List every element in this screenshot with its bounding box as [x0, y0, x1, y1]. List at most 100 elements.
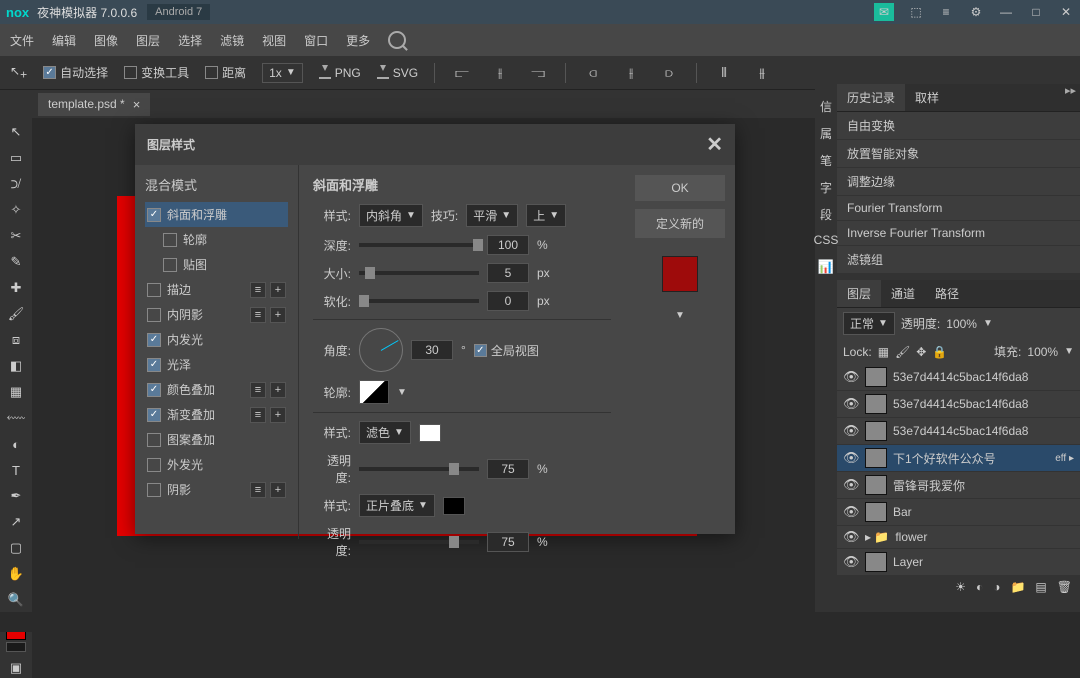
fx-checkbox[interactable]: [147, 483, 161, 497]
dodge-tool[interactable]: ◐: [5, 434, 27, 454]
visibility-icon[interactable]: 👁: [843, 529, 859, 545]
fx-checkbox[interactable]: [147, 333, 161, 347]
fx-checkbox[interactable]: [147, 433, 161, 447]
history-item[interactable]: 自由变换: [837, 112, 1080, 140]
align-left-icon[interactable]: ⫍: [451, 63, 473, 83]
visibility-icon[interactable]: 👁: [843, 396, 859, 412]
eyedropper-tool[interactable]: ✎: [5, 252, 27, 272]
layer-row[interactable]: 👁Bar: [837, 499, 1080, 526]
maximize-icon[interactable]: □: [1028, 4, 1044, 20]
history-item[interactable]: 调整边缘: [837, 168, 1080, 196]
ok-button[interactable]: OK: [635, 175, 725, 201]
fx-checkbox[interactable]: [147, 408, 161, 422]
fx-斜面和浮雕[interactable]: 斜面和浮雕: [145, 202, 288, 227]
zoom-dropdown[interactable]: 1x▼: [262, 63, 303, 83]
align-center-v-icon[interactable]: ⫲: [620, 63, 642, 83]
path-tool[interactable]: ↗: [5, 512, 27, 532]
blur-tool[interactable]: ⬳: [5, 408, 27, 428]
history-item[interactable]: 放置智能对象: [837, 140, 1080, 168]
angle-dial[interactable]: [359, 328, 403, 372]
search-icon[interactable]: [388, 31, 406, 49]
fill-arrow-icon[interactable]: ▼: [1064, 346, 1074, 357]
menu-layer[interactable]: 图层: [136, 32, 160, 49]
layer-mask-icon[interactable]: ◐: [976, 580, 983, 594]
fx-描边[interactable]: 描边≡+: [145, 277, 288, 302]
angle-input[interactable]: [411, 340, 453, 360]
fx-checkbox[interactable]: [147, 458, 161, 472]
fx-copy-icon[interactable]: ≡: [250, 382, 266, 398]
preview-arrow-icon[interactable]: ▼: [635, 310, 725, 321]
fx-颜色叠加[interactable]: 颜色叠加≡+: [145, 377, 288, 402]
fx-内发光[interactable]: 内发光: [145, 327, 288, 352]
shadow-mode-dropdown[interactable]: 正片叠底▼: [359, 494, 435, 517]
lock-position-icon[interactable]: ✥: [916, 345, 926, 359]
menu-window[interactable]: 窗口: [304, 32, 328, 49]
wand-tool[interactable]: ✧: [5, 200, 27, 220]
side-tab-brush[interactable]: 笔: [820, 152, 832, 169]
fill-value[interactable]: 100%: [1027, 345, 1058, 359]
opacity-value[interactable]: 100%: [946, 317, 977, 331]
stamp-tool[interactable]: ⧈: [5, 330, 27, 350]
side-tab-props[interactable]: 属: [820, 125, 832, 142]
crop-tool[interactable]: ✂: [5, 226, 27, 246]
fx-checkbox[interactable]: [163, 258, 177, 272]
shape-tool[interactable]: ▢: [5, 538, 27, 558]
fx-渐变叠加[interactable]: 渐变叠加≡+: [145, 402, 288, 427]
fx-内阴影[interactable]: 内阴影≡+: [145, 302, 288, 327]
fx-checkbox[interactable]: [147, 208, 161, 222]
layer-row[interactable]: 👁▸ 📁flower: [837, 526, 1080, 549]
gradient-tool[interactable]: ▦: [5, 382, 27, 402]
highlight-opacity-input[interactable]: [487, 459, 529, 479]
soften-input[interactable]: [487, 291, 529, 311]
tab-channels[interactable]: 通道: [881, 280, 925, 307]
lock-all-icon[interactable]: 🔒: [932, 345, 947, 359]
eraser-tool[interactable]: ◧: [5, 356, 27, 376]
lock-paint-icon[interactable]: 🖌: [895, 345, 910, 359]
layer-row[interactable]: 👁下1个好软件公众号eff ▸: [837, 445, 1080, 472]
move-tool-icon[interactable]: ↖+: [10, 64, 27, 81]
direction-dropdown[interactable]: 上▼: [526, 204, 566, 227]
align-center-h-icon[interactable]: ⫲: [489, 63, 511, 83]
fx-add-icon[interactable]: +: [270, 482, 286, 498]
align-top-icon[interactable]: ⫏: [582, 63, 604, 83]
tab-paths[interactable]: 路径: [925, 280, 969, 307]
fx-checkbox[interactable]: [147, 383, 161, 397]
move-tool[interactable]: ↖: [5, 122, 27, 142]
define-new-button[interactable]: 定义新的: [635, 209, 725, 238]
tab-layers[interactable]: 图层: [837, 280, 881, 307]
technique-dropdown[interactable]: 平滑▼: [466, 204, 518, 227]
visibility-icon[interactable]: 👁: [843, 450, 859, 466]
menu-more[interactable]: 更多: [346, 32, 370, 49]
quickmask-tool[interactable]: ▣: [5, 658, 27, 678]
collapse-panels-icon[interactable]: ▸▸: [1065, 84, 1076, 97]
fx-checkbox[interactable]: [147, 358, 161, 372]
history-item[interactable]: Inverse Fourier Transform: [837, 221, 1080, 246]
shadow-opacity-slider[interactable]: [359, 540, 479, 544]
blend-mode-dropdown[interactable]: 正常▼: [843, 312, 895, 335]
dialog-titlebar[interactable]: 图层样式 ✕: [135, 124, 735, 165]
distribute-h-icon[interactable]: ⫴: [713, 63, 735, 83]
fx-add-icon[interactable]: +: [270, 282, 286, 298]
fx-add-icon[interactable]: +: [270, 407, 286, 423]
histogram-icon[interactable]: 📊: [815, 257, 837, 277]
tab-history[interactable]: 历史记录: [837, 84, 905, 111]
size-input[interactable]: [487, 263, 529, 283]
fx-copy-icon[interactable]: ≡: [250, 282, 266, 298]
fx-光泽[interactable]: 光泽: [145, 352, 288, 377]
fx-copy-icon[interactable]: ≡: [250, 482, 266, 498]
fx-add-icon[interactable]: +: [270, 307, 286, 323]
menu-image[interactable]: 图像: [94, 32, 118, 49]
marquee-tool[interactable]: ▭: [5, 148, 27, 168]
distance-checkbox[interactable]: 距离: [205, 64, 246, 81]
layer-row[interactable]: 👁53e7d4414c5bac14f6da8: [837, 391, 1080, 418]
visibility-icon[interactable]: 👁: [843, 554, 859, 570]
opacity-arrow-icon[interactable]: ▼: [983, 318, 993, 329]
tab-close-icon[interactable]: ×: [133, 97, 141, 112]
visibility-icon[interactable]: 👁: [843, 423, 859, 439]
pen-tool[interactable]: ✒: [5, 486, 27, 506]
tab-sample[interactable]: 取样: [905, 84, 949, 111]
distribute-v-icon[interactable]: ⫵: [751, 63, 773, 83]
lock-transparency-icon[interactable]: ▦: [878, 345, 889, 359]
global-light-checkbox[interactable]: 全局视图: [474, 342, 539, 359]
export-png-button[interactable]: PNG: [319, 66, 361, 80]
